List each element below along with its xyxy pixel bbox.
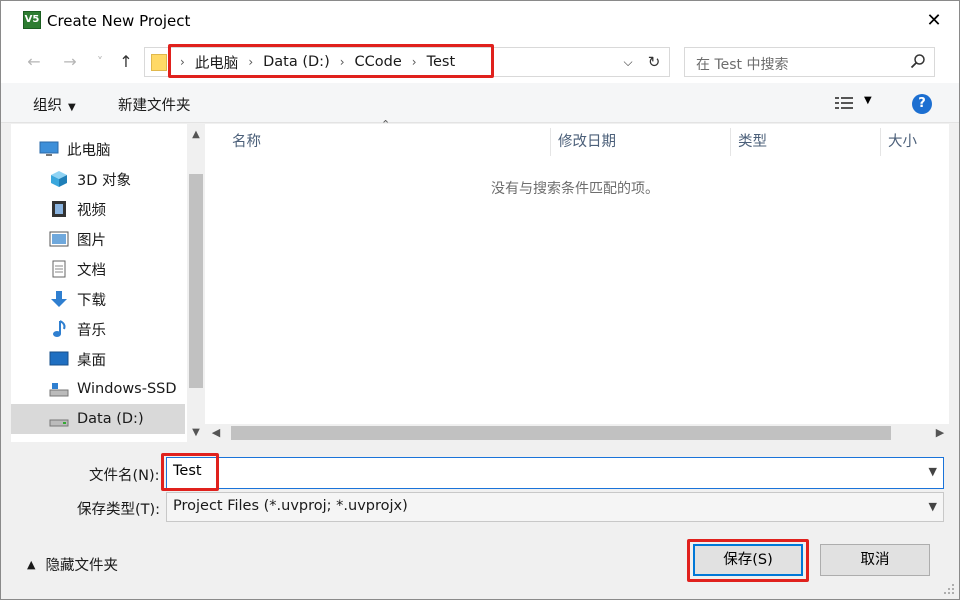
chevron-down-icon: ▼: [68, 102, 76, 113]
sort-ascending-icon: ⌃: [381, 118, 391, 131]
breadcrumb-test[interactable]: Test: [427, 54, 456, 70]
filetype-select[interactable]: Project Files (*.uvproj; *.uvprojx) ▼: [166, 492, 944, 522]
column-header-name[interactable]: 名称: [232, 124, 261, 160]
toolbar: 组织 ▼ 新建文件夹 ▼ ?: [1, 83, 959, 123]
drive-icon: [49, 383, 69, 397]
app-icon: V5: [23, 11, 41, 29]
view-dropdown-icon[interactable]: ▼: [864, 95, 872, 106]
hide-folders-button[interactable]: ▲ 隐藏文件夹: [27, 554, 118, 575]
view-options-icon[interactable]: [834, 95, 854, 111]
address-dropdown-icon[interactable]: ⌵: [619, 52, 637, 72]
chevron-down-icon[interactable]: ▼: [929, 500, 937, 513]
scroll-up-icon[interactable]: ▲: [187, 126, 205, 144]
organize-label: 组织: [33, 98, 62, 114]
file-list: ⌃ 名称 修改日期 类型 大小 没有与搜索条件匹配的项。 ◀ ▶: [205, 118, 949, 442]
empty-message: 没有与搜索条件匹配的项。: [491, 181, 659, 197]
breadcrumb-ccode[interactable]: CCode: [355, 54, 402, 70]
document-icon: [52, 260, 66, 278]
search-input[interactable]: 在 Test 中搜索: [684, 47, 935, 77]
cube-icon: [51, 171, 67, 187]
computer-icon: [39, 141, 59, 156]
scroll-down-icon[interactable]: ▼: [187, 424, 205, 442]
nav-item-label: 3D 对象: [77, 172, 131, 189]
back-arrow-icon[interactable]: ←: [23, 51, 45, 73]
nav-item-label: Data (D:): [77, 411, 144, 427]
breadcrumb-separator[interactable]: ›: [412, 55, 417, 69]
close-button[interactable]: ✕: [919, 7, 949, 35]
nav-item-label: 视频: [77, 202, 106, 219]
search-icon[interactable]: [910, 53, 926, 69]
nav-item-label: 下载: [77, 292, 106, 309]
nav-item-data-drive[interactable]: Data (D:): [11, 404, 185, 434]
breadcrumb: › 此电脑 › Data (D:) › CCode › Test: [170, 49, 455, 75]
nav-item-label: 图片: [77, 232, 106, 249]
breadcrumb-separator: ›: [180, 55, 185, 69]
breadcrumb-this-pc[interactable]: 此电脑: [195, 52, 239, 73]
scroll-thumb[interactable]: [231, 426, 891, 440]
scroll-thumb[interactable]: [189, 174, 203, 388]
folder-icon: [151, 54, 167, 71]
desktop-icon: [49, 351, 69, 366]
address-bar[interactable]: › 此电脑 › Data (D:) › CCode › Test ⌵ ↻: [144, 47, 670, 77]
forward-arrow-icon[interactable]: →: [59, 51, 81, 73]
cancel-button[interactable]: 取消: [820, 544, 930, 576]
column-header-date-modified[interactable]: 修改日期: [558, 124, 616, 160]
scroll-right-icon[interactable]: ▶: [931, 424, 949, 442]
filename-value: Test: [173, 463, 202, 479]
organize-button[interactable]: 组织 ▼: [33, 94, 76, 115]
recent-locations-icon[interactable]: ˅: [89, 51, 111, 73]
column-divider[interactable]: [730, 128, 731, 156]
filetype-label: 保存类型(T):: [77, 502, 161, 518]
save-button[interactable]: 保存(S): [693, 544, 803, 576]
breadcrumb-separator[interactable]: ›: [340, 55, 345, 69]
title-bar: V5 Create New Project ✕: [1, 1, 959, 41]
music-icon: [53, 320, 66, 337]
breadcrumb-separator[interactable]: ›: [248, 55, 253, 69]
column-divider[interactable]: [880, 128, 881, 156]
chevron-up-icon: ▲: [27, 558, 36, 571]
hide-folders-label: 隐藏文件夹: [45, 558, 118, 574]
download-icon: [51, 291, 67, 307]
refresh-icon[interactable]: ↻: [643, 52, 665, 72]
nav-item-label: 音乐: [77, 322, 106, 339]
filename-label: 文件名(N):: [89, 468, 160, 484]
chevron-down-icon[interactable]: ▼: [929, 465, 937, 478]
nav-item-label: 此电脑: [67, 142, 111, 159]
filetype-value: Project Files (*.uvproj; *.uvprojx): [173, 498, 408, 514]
drive-icon: [49, 419, 69, 427]
navigation-pane: 此电脑 3D 对象 视频 图片 文档 下载 音乐 桌面 Windows-SSD …: [11, 124, 205, 442]
filename-field[interactable]: Test ▼: [166, 457, 944, 489]
window-title: Create New Project: [47, 12, 191, 30]
resize-grip-icon[interactable]: [943, 583, 955, 595]
breadcrumb-data-drive[interactable]: Data (D:): [263, 54, 330, 70]
picture-icon: [49, 231, 69, 247]
address-row: ← → ˅ ↑ › 此电脑 › Data (D:) › CCode › Test…: [1, 41, 959, 83]
create-project-dialog: V5 Create New Project ✕ ← → ˅ ↑ › 此电脑 › …: [0, 0, 960, 600]
new-folder-button[interactable]: 新建文件夹: [118, 94, 191, 115]
horizontal-scrollbar[interactable]: ◀ ▶: [205, 424, 949, 442]
nav-item-label: 文档: [77, 262, 106, 279]
column-header-size[interactable]: 大小: [888, 124, 917, 160]
nav-scrollbar[interactable]: ▲ ▼: [187, 124, 205, 442]
help-icon[interactable]: ?: [912, 94, 932, 114]
nav-item-label: 桌面: [77, 352, 106, 369]
column-header-type[interactable]: 类型: [738, 124, 767, 160]
up-arrow-icon[interactable]: ↑: [115, 51, 137, 73]
nav-item-label: Windows-SSD: [77, 381, 177, 397]
column-divider[interactable]: [550, 128, 551, 156]
video-icon: [52, 201, 66, 217]
search-placeholder: 在 Test 中搜索: [696, 57, 789, 73]
scroll-left-icon[interactable]: ◀: [207, 424, 225, 442]
